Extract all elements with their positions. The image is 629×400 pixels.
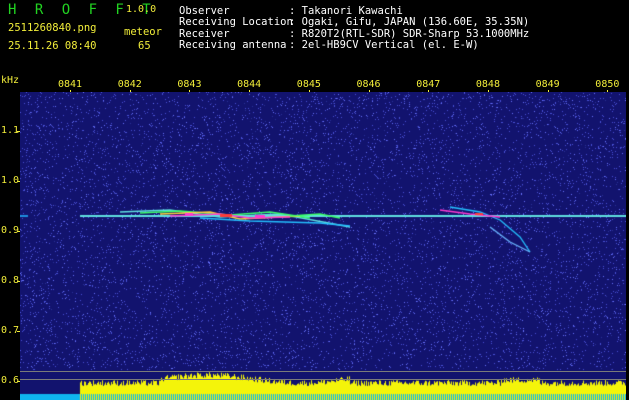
time-tick-label: 0845: [296, 79, 321, 90]
datetime: 25.11.26 08:40: [8, 40, 97, 52]
info-location-value: : Ogaki, Gifu, JAPAN (136.60E, 35.35N): [289, 16, 530, 28]
info-observer-label: Observer: [179, 5, 230, 17]
time-tick-label: 0849: [535, 79, 560, 90]
time-tick-label: 0850: [595, 79, 620, 90]
info-receiver-value: : R820T2(RTL-SDR) SDR-Sharp 53.1000MHz: [289, 28, 530, 40]
filename: 2511260840.png: [8, 22, 97, 34]
time-tick-label: 0846: [356, 79, 381, 90]
time-tick-label: 0844: [237, 79, 262, 90]
level-separator-top: [20, 371, 626, 372]
time-tick-label: 0848: [475, 79, 500, 90]
info-antenna-label: Receiving antenna: [179, 39, 287, 51]
time-tick-label: 0847: [416, 79, 441, 90]
info-antenna-value: : 2el-HB9CV Vertical (el. E-W): [289, 39, 479, 51]
info-receiver-label: Receiver: [179, 28, 230, 40]
app-version: 1.0.0: [126, 4, 157, 15]
level-separator-bottom: [20, 379, 626, 380]
khz-unit-label: kHz: [1, 75, 20, 86]
info-observer-value: : Takanori Kawachi: [289, 5, 403, 17]
time-tick-label: 0841: [58, 79, 83, 90]
info-location-label: Receiving Location: [179, 16, 293, 28]
meteor-count: 65: [138, 40, 151, 52]
time-tick-label: 0842: [117, 79, 142, 90]
time-tick-label: 0843: [177, 79, 202, 90]
spectrogram: [20, 92, 626, 400]
meteor-label: meteor: [124, 26, 162, 38]
